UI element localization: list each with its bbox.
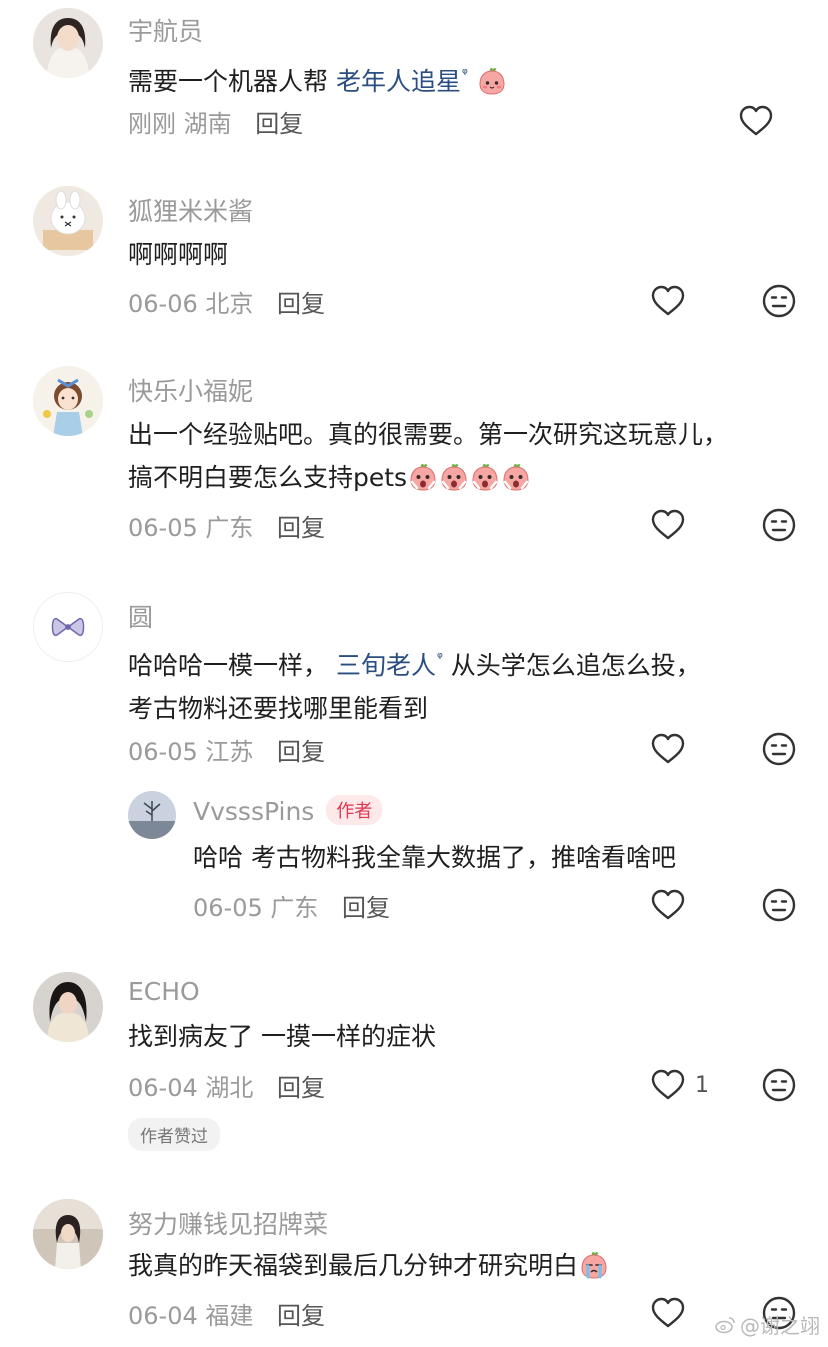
like-button[interactable]: 1 [651, 1068, 709, 1102]
user-avatar[interactable] [33, 8, 103, 78]
comment-text: 需要一个机器人帮 老年人追星ᵠ [128, 53, 808, 103]
like-button[interactable] [651, 1296, 685, 1330]
comment-date: 刚刚 [128, 110, 176, 138]
reply-button[interactable]: 回复 [255, 110, 303, 138]
username[interactable]: 宇航员 [128, 12, 203, 48]
heart-icon [651, 285, 685, 317]
reply-button[interactable]: 回复 [277, 290, 325, 318]
reply-button[interactable]: 回复 [277, 514, 325, 542]
comment-text-plain: 哈哈哈一模一样， [128, 651, 329, 680]
comment-location: 广东 [270, 894, 319, 922]
username[interactable]: 狐狸米米酱 [128, 192, 253, 228]
comment-date: 06-04 [128, 1074, 198, 1102]
comment-text: 出一个经验贴吧。真的很需要。第一次研究这玩意儿， 搞不明白要怎么支持pets [128, 413, 808, 499]
user-avatar[interactable] [128, 791, 176, 839]
like-button[interactable] [651, 284, 685, 318]
watermark-text: @谢之翊 [740, 1314, 820, 1338]
reply-button[interactable]: 回复 [277, 1074, 325, 1102]
dislike-button[interactable] [762, 508, 796, 542]
username[interactable]: VvsssPins 作者 [193, 795, 383, 826]
comment-text-plain: 需要一个机器人帮 [128, 67, 336, 96]
comment-location: 湖南 [183, 110, 232, 138]
pink-blob-emoji [477, 66, 507, 96]
comment-text-plain: 搞不明白要怎么支持pets [128, 463, 408, 492]
heart-icon [651, 733, 685, 765]
meh-face-icon [762, 508, 796, 542]
comment-text-line: 哈哈哈一模一样， 三旬老人ᵠ 从头学怎么追怎么投， [128, 637, 808, 687]
comment-meta: 刚刚 湖南 回复 [128, 104, 303, 139]
shocked-blob-emoji [439, 462, 469, 492]
heart-icon [651, 509, 685, 541]
user-avatar[interactable] [33, 972, 103, 1042]
weibo-watermark: @谢之翊 [714, 1310, 820, 1339]
comment-date: 06-04 [128, 1302, 198, 1330]
comment-location: 广东 [205, 514, 254, 542]
comment-text-line: 出一个经验贴吧。真的很需要。第一次研究这玩意儿， [128, 420, 729, 449]
heart-icon [651, 1069, 685, 1101]
search-icon: ᵠ [461, 66, 468, 82]
comment-date: 06-05 [128, 514, 198, 542]
shocked-blob-emoji [501, 462, 531, 492]
heart-icon [739, 105, 773, 137]
like-button[interactable] [651, 888, 685, 922]
meh-face-icon [762, 1068, 796, 1102]
comment-date: 06-06 [128, 290, 198, 318]
user-avatar[interactable] [33, 592, 103, 662]
heart-icon [651, 1297, 685, 1329]
comment-text-line: 考古物料还要找哪里能看到 [128, 694, 429, 723]
author-liked-tag: 作者赞过 [128, 1118, 220, 1151]
comment-text-line: 搞不明白要怎么支持pets [128, 456, 808, 499]
comment-date: 06-05 [128, 738, 198, 766]
comment-location: 江苏 [205, 738, 254, 766]
user-avatar[interactable] [33, 366, 103, 436]
comment-location: 湖北 [205, 1074, 254, 1102]
comment-text: 哈哈 考古物料我全靠大数据了，推啥看啥吧 [193, 843, 676, 872]
author-badge: 作者 [326, 795, 383, 825]
user-avatar[interactable] [33, 1199, 103, 1269]
shocked-blob-emoji [470, 462, 500, 492]
comment-text-plain: 从头学怎么追怎么投， [450, 651, 701, 680]
comment-date: 06-05 [193, 894, 263, 922]
comment-text: 我真的昨天福袋到最后几分钟才研究明白 [128, 1244, 808, 1287]
username[interactable]: ECHO [128, 977, 200, 1006]
comment-meta: 06-04 福建 回复 [128, 1296, 325, 1331]
comment-location: 福建 [205, 1302, 254, 1330]
like-count: 1 [695, 1072, 709, 1098]
comment-meta: 06-04 湖北 回复 [128, 1068, 325, 1103]
crying-blob-emoji [579, 1250, 609, 1280]
topic-link[interactable]: 老年人追星 [336, 67, 461, 96]
search-icon: ᵠ [436, 650, 443, 666]
dislike-button[interactable] [762, 284, 796, 318]
comment-meta: 06-05 江苏 回复 [128, 732, 325, 767]
username[interactable]: 圆 [128, 598, 153, 634]
comment-text: 啊啊啊啊 [128, 240, 229, 269]
reply-button[interactable]: 回复 [277, 1302, 325, 1330]
like-button[interactable] [651, 508, 685, 542]
comment-text: 找到病友了 一摸一样的症状 [128, 1022, 436, 1051]
user-avatar[interactable] [33, 186, 103, 256]
reply-button[interactable]: 回复 [342, 894, 390, 922]
meh-face-icon [762, 732, 796, 766]
reply-button[interactable]: 回复 [277, 738, 325, 766]
dislike-button[interactable] [762, 1068, 796, 1102]
heart-icon [651, 889, 685, 921]
comment-meta: 06-05 广东 回复 [193, 888, 390, 923]
reply-username[interactable]: VvsssPins [193, 797, 314, 826]
comment-text-plain: 我真的昨天福袋到最后几分钟才研究明白 [128, 1251, 579, 1280]
comment-location: 北京 [205, 290, 254, 318]
meh-face-icon [762, 888, 796, 922]
comment-meta: 06-05 广东 回复 [128, 508, 325, 543]
like-button[interactable] [739, 104, 773, 138]
topic-link[interactable]: 三旬老人 [336, 651, 436, 680]
comment-text: 哈哈哈一模一样， 三旬老人ᵠ 从头学怎么追怎么投， 考古物料还要找哪里能看到 [128, 637, 808, 730]
weibo-logo-icon [715, 1316, 735, 1333]
username[interactable]: 快乐小福妮 [128, 372, 253, 408]
dislike-button[interactable] [762, 732, 796, 766]
username[interactable]: 努力赚钱见招牌菜 [128, 1205, 328, 1241]
dislike-button[interactable] [762, 888, 796, 922]
like-button[interactable] [651, 732, 685, 766]
shocked-blob-emoji [408, 462, 438, 492]
comment-meta: 06-06 北京 回复 [128, 284, 325, 319]
meh-face-icon [762, 284, 796, 318]
